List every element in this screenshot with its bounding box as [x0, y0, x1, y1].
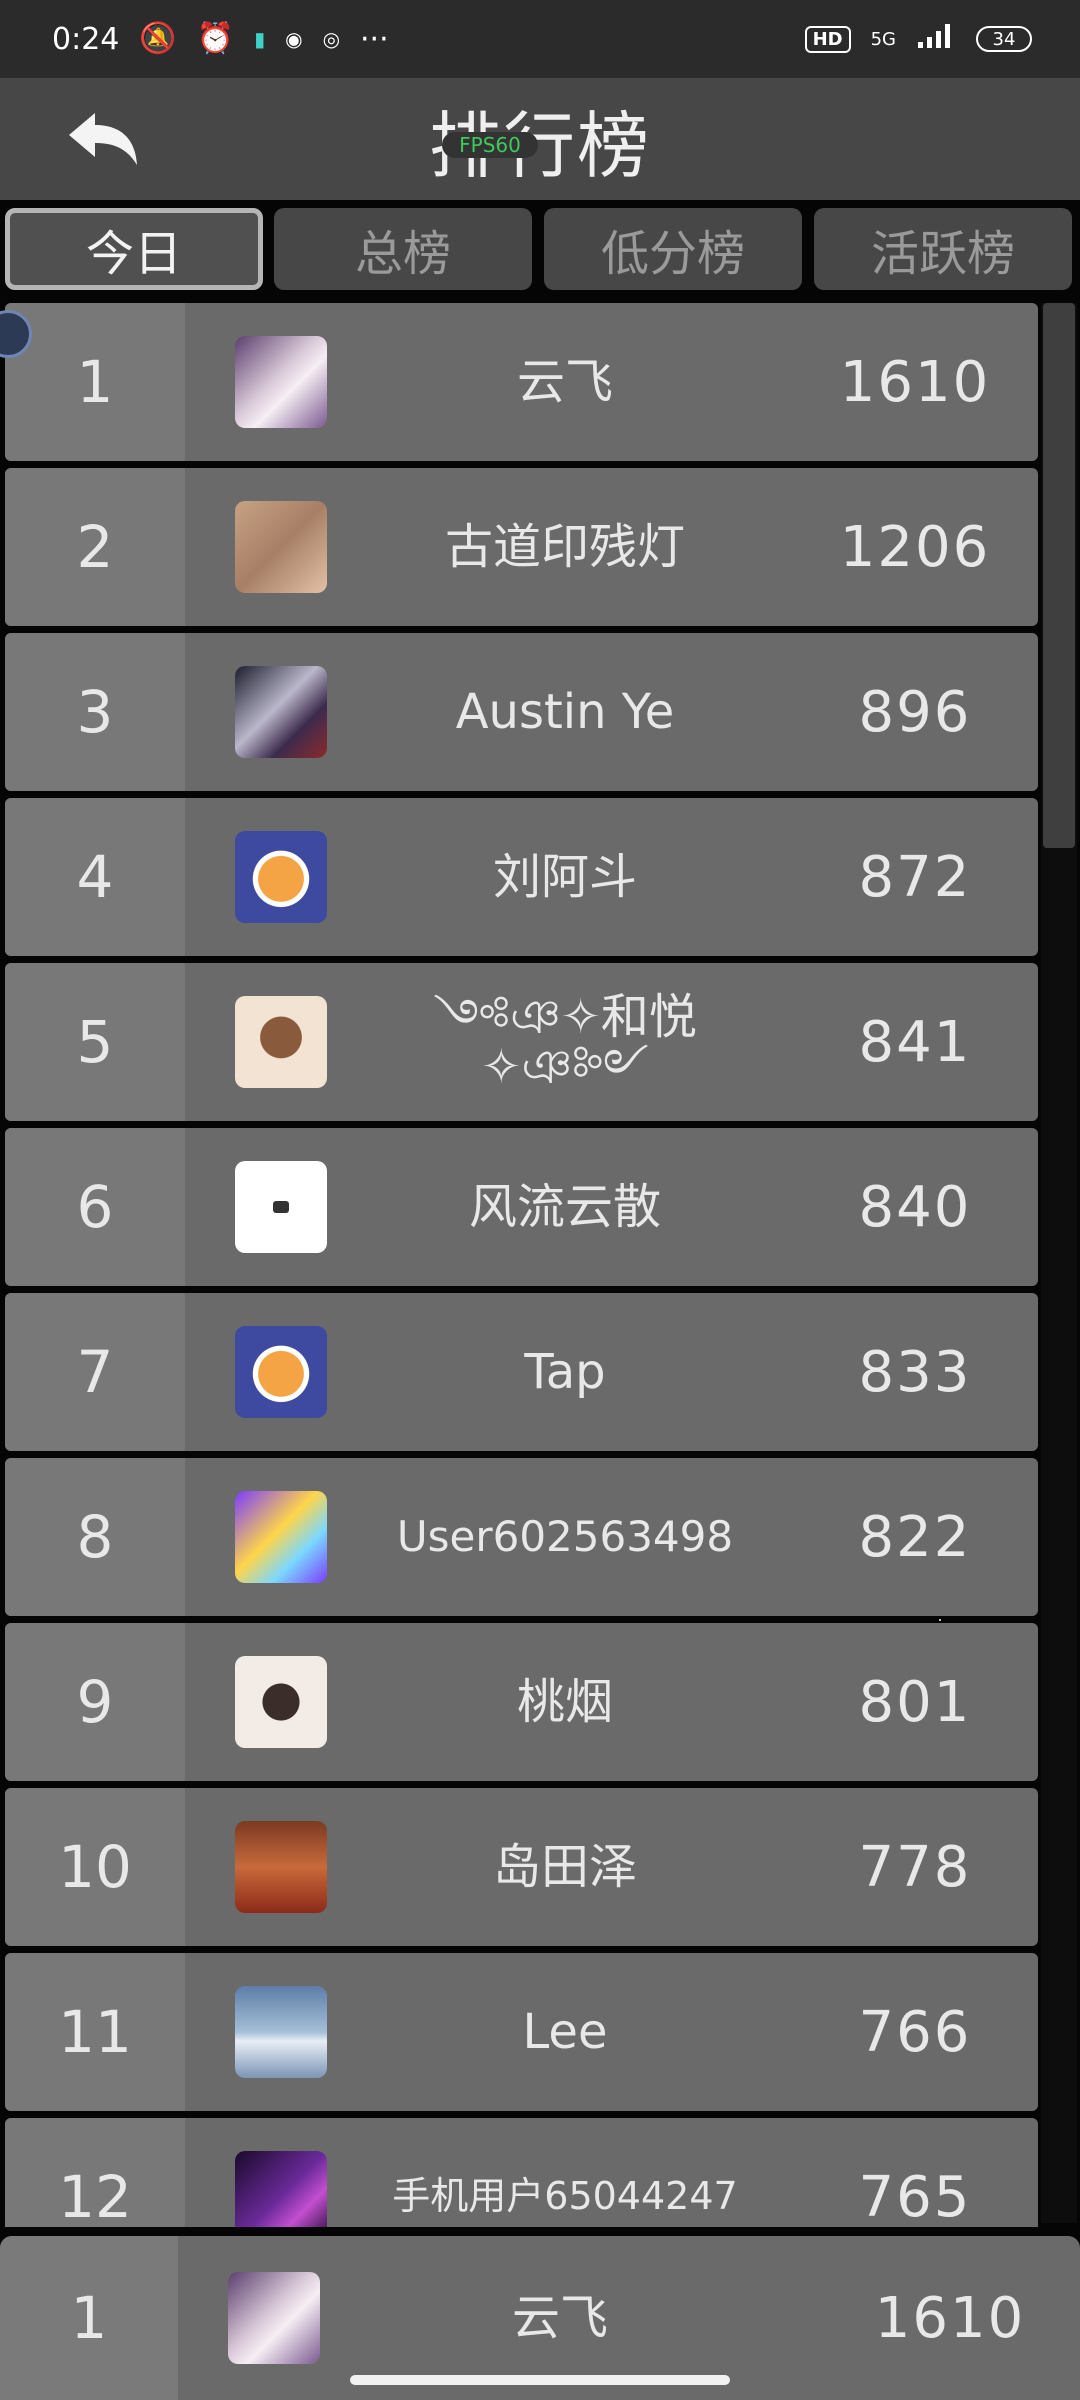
rank-number: 9: [76, 1668, 114, 1736]
player-score: 872: [858, 844, 972, 910]
player-score: 1610: [839, 349, 991, 415]
tab-low-score[interactable]: 低分榜: [544, 208, 802, 290]
avatar: [235, 1656, 327, 1748]
rank-number: 6: [76, 1173, 114, 1241]
my-rank-number: 1: [70, 2284, 108, 2352]
tab-active[interactable]: 活跃榜: [814, 208, 1072, 290]
fps-counter: FPS60: [442, 132, 538, 158]
rank-number: 1: [76, 348, 114, 416]
page-title: 排行榜: [428, 103, 651, 188]
avatar: [235, 831, 327, 923]
rank-number: 8: [76, 1503, 114, 1571]
mute-icon: 🔕: [139, 21, 177, 56]
rank-number: 11: [58, 1998, 132, 2066]
player-name: 手机用户65044247: [392, 2174, 738, 2219]
avatar: [235, 1986, 327, 2078]
rank-number: 3: [76, 678, 114, 746]
player-name: ༺ঞ✧和悦✧ঞ༻: [433, 988, 697, 1095]
leaderboard-row[interactable]: 4 刘阿斗 872: [5, 798, 1038, 956]
leaderboard-row[interactable]: 8 User602563498 822: [5, 1458, 1038, 1616]
player-score: 801: [858, 1669, 972, 1735]
alarm-icon: ⏰: [196, 21, 235, 56]
player-name: 岛田泽: [492, 1838, 637, 1895]
player-score: 778: [858, 1834, 972, 1900]
status-bar: 0:24 🔕 ⏰ ▮ ◉ ◎ ··· HD 5G 34: [0, 0, 1080, 78]
avatar: [235, 996, 327, 1088]
my-avatar: [228, 2272, 320, 2364]
player-name: Lee: [522, 2003, 608, 2060]
avatar: [235, 1161, 327, 1253]
player-name: 刘阿斗: [492, 848, 637, 905]
my-score: 1610: [874, 2285, 1026, 2351]
leaderboard-row[interactable]: 6 风流云散 840: [5, 1128, 1038, 1286]
leaderboard-row[interactable]: 9 桃烟 801: [5, 1623, 1038, 1781]
tab-today[interactable]: 今日: [5, 208, 263, 290]
home-indicator[interactable]: [350, 2375, 730, 2385]
avatar: [235, 1491, 327, 1583]
leaderboard-row[interactable]: 12 手机用户65044247 765: [5, 2118, 1038, 2227]
leaderboard-row[interactable]: 3 Austin Ye 896: [5, 633, 1038, 791]
player-score: 766: [858, 1999, 972, 2065]
tab-overall[interactable]: 总榜: [274, 208, 532, 290]
player-name: Austin Ye: [455, 683, 675, 740]
app-notification-icon-3: ◎: [322, 27, 341, 51]
header-bar: 排行榜: [0, 78, 1080, 200]
scrollbar-thumb[interactable]: [1043, 303, 1075, 848]
player-score: 1206: [839, 514, 991, 580]
signal-icon: [916, 20, 956, 58]
avatar: [235, 1326, 327, 1418]
more-notifications-icon: ···: [360, 21, 389, 57]
rank-number: 7: [76, 1338, 114, 1406]
battery-icon: 34: [976, 26, 1032, 52]
player-name: 桃烟: [516, 1673, 613, 1730]
avatar: [235, 666, 327, 758]
player-score: 822: [858, 1504, 972, 1570]
leaderboard-row[interactable]: 1 云飞 1610: [5, 303, 1038, 461]
rank-number: 12: [58, 2163, 132, 2227]
leaderboard-row[interactable]: 2 古道印残灯 1206: [5, 468, 1038, 626]
leaderboard-row[interactable]: 11 Lee 766: [5, 1953, 1038, 2111]
hd-voice-icon: HD: [804, 25, 851, 53]
player-score: 840: [858, 1174, 972, 1240]
avatar: [235, 336, 327, 428]
app-notification-icon-2: ◉: [285, 27, 303, 51]
leaderboard-row[interactable]: 5 ༺ঞ✧和悦✧ঞ༻ 841: [5, 963, 1038, 1121]
leaderboard-list[interactable]: 1 云飞 1610 2 古道印残灯 1206 3 Austin Ye 896 4…: [0, 300, 1040, 2227]
player-name: 风流云散: [468, 1178, 661, 1235]
avatar: [235, 1821, 327, 1913]
player-name: 云飞: [516, 353, 613, 410]
rank-number: 10: [58, 1833, 132, 1901]
player-score: 841: [858, 1009, 972, 1075]
player-score: 765: [858, 2164, 972, 2228]
avatar: [235, 501, 327, 593]
leaderboard-row[interactable]: 10 岛田泽 778: [5, 1788, 1038, 1946]
leaderboard-tabs: 今日 总榜 低分榜 活跃榜: [0, 205, 1080, 293]
app-notification-icon: ▮: [254, 27, 266, 51]
player-score: 896: [858, 679, 972, 745]
rank-number: 2: [76, 513, 114, 581]
status-time: 0:24: [52, 21, 120, 57]
rank-number: 5: [76, 1008, 114, 1076]
leaderboard-row[interactable]: 7 Tap 833: [5, 1293, 1038, 1451]
player-name: 古道印残灯: [444, 518, 685, 575]
player-score: 833: [858, 1339, 972, 1405]
avatar: [235, 2151, 327, 2227]
player-name: User602563498: [396, 1511, 734, 1561]
rank-number: 4: [76, 843, 114, 911]
network-type: 5G: [870, 28, 896, 50]
player-name: Tap: [524, 1343, 606, 1400]
